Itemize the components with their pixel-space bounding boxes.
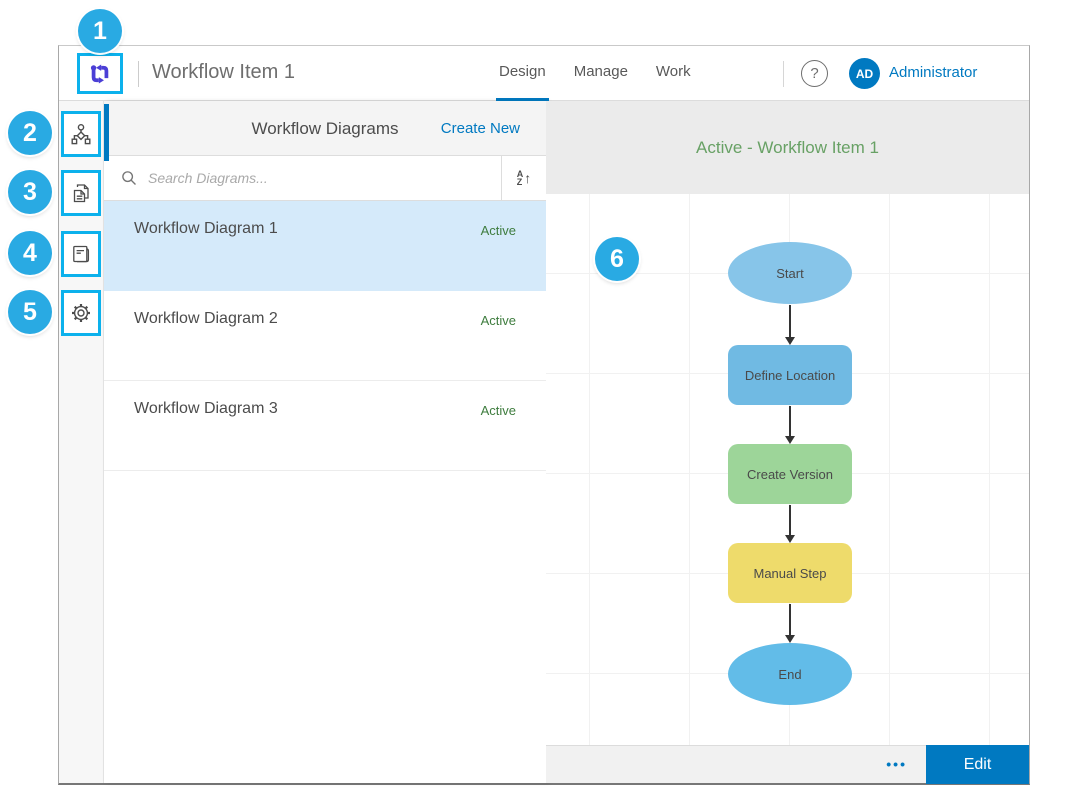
help-icon: ? — [810, 65, 818, 82]
tab-work[interactable]: Work — [656, 46, 691, 101]
workflow-loop-icon — [86, 60, 114, 88]
sort-arrow-icon: ↑ — [524, 170, 531, 186]
tab-manage[interactable]: Manage — [574, 46, 628, 101]
status-badge: Active — [481, 223, 516, 238]
diagram-name: Workflow Diagram 3 — [134, 400, 278, 418]
header-tabs: Design Manage Work — [499, 46, 691, 101]
sidebar — [59, 101, 104, 783]
tab-design[interactable]: Design — [499, 46, 546, 101]
flow-arrow — [789, 505, 791, 535]
callout-1: 1 — [78, 9, 122, 53]
sort-button[interactable]: AZ ↑ — [501, 156, 546, 200]
app-title: Workflow Item 1 — [152, 46, 295, 99]
flow-node-create-version[interactable]: Create Version — [728, 444, 852, 504]
diagrams-panel: Workflow Diagrams Create New AZ ↑ — [104, 101, 546, 783]
callout-6: 6 — [595, 237, 639, 281]
user-avatar[interactable]: AD — [849, 58, 880, 89]
header-divider-2 — [783, 61, 784, 87]
search-row: AZ ↑ — [104, 156, 546, 201]
diagram-name: Workflow Diagram 2 — [134, 310, 278, 328]
user-name[interactable]: Administrator — [889, 46, 977, 100]
list-item-workflow-diagram-1[interactable]: Workflow Diagram 1 Active — [104, 201, 546, 291]
sidebar-item-workflow-diagrams[interactable] — [61, 111, 101, 157]
diagram-name: Workflow Diagram 1 — [134, 220, 278, 238]
sidebar-item-settings[interactable] — [61, 290, 101, 336]
pages-icon — [69, 181, 93, 205]
diagrams-panel-header: Workflow Diagrams Create New — [104, 101, 546, 156]
help-button[interactable]: ? — [801, 60, 828, 87]
app-logo[interactable] — [77, 53, 123, 94]
callout-5: 5 — [8, 290, 52, 334]
page: Workflow Item 1 Design Manage Work ? AD … — [0, 0, 1088, 788]
app-header: Workflow Item 1 Design Manage Work ? AD … — [59, 46, 1029, 101]
callout-2: 2 — [8, 111, 52, 155]
preview-footer: ••• Edit — [546, 745, 1029, 783]
preview-panel: Active - Workflow Item 1 Start Define Lo… — [546, 101, 1029, 783]
active-sidebar-indicator — [104, 104, 109, 161]
status-badge: Active — [481, 403, 516, 418]
sidebar-item-job-templates[interactable] — [61, 231, 101, 277]
sort-az-icon: AZ — [517, 170, 524, 186]
flowchart-icon — [69, 122, 93, 146]
flow-arrow — [789, 305, 791, 337]
edit-button[interactable]: Edit — [926, 745, 1029, 784]
list-item-workflow-diagram-3[interactable]: Workflow Diagram 3 Active — [104, 381, 546, 471]
flow-node-define-location[interactable]: Define Location — [728, 345, 852, 405]
diagram-list: Workflow Diagram 1 Active Workflow Diagr… — [104, 201, 546, 471]
flow-node-start[interactable]: Start — [728, 242, 852, 304]
notebook-icon — [69, 242, 93, 266]
flow-node-manual-step[interactable]: Manual Step — [728, 543, 852, 603]
app-window: Workflow Item 1 Design Manage Work ? AD … — [58, 45, 1030, 785]
sidebar-item-templates[interactable] — [61, 170, 101, 216]
status-badge: Active — [481, 313, 516, 328]
preview-header: Active - Workflow Item 1 — [546, 101, 1029, 194]
callout-4: 4 — [8, 231, 52, 275]
list-item-workflow-diagram-2[interactable]: Workflow Diagram 2 Active — [104, 291, 546, 381]
more-options-button[interactable]: ••• — [886, 746, 907, 782]
search-icon — [120, 169, 138, 187]
callout-3: 3 — [8, 170, 52, 214]
preview-title: Active - Workflow Item 1 — [696, 138, 879, 158]
create-new-link[interactable]: Create New — [441, 101, 520, 156]
flow-arrow — [789, 604, 791, 635]
flow-arrow — [789, 406, 791, 436]
header-divider — [138, 61, 139, 87]
gear-icon — [69, 301, 93, 325]
search-input[interactable] — [146, 169, 501, 187]
flow-node-end[interactable]: End — [728, 643, 852, 705]
